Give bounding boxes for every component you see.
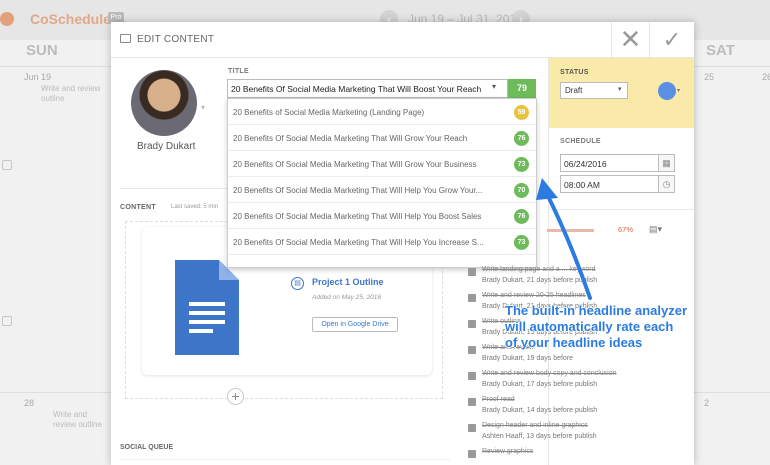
score-badge: 73	[514, 235, 529, 250]
task-checkbox[interactable]	[468, 450, 476, 458]
social-queue-label: SOCIAL QUEUE	[120, 444, 174, 451]
task-title: Proof read	[482, 396, 515, 403]
annotation-line: The built-in headline analyzer	[505, 303, 688, 318]
calendar-icon[interactable]: ▦	[658, 155, 674, 171]
score-badge: 76	[514, 209, 529, 224]
calendar-date: 2	[704, 398, 710, 408]
headline-option[interactable]: 20 Benefits Of Social Media Marketing Th…	[228, 203, 536, 229]
score-badge: 73	[514, 157, 529, 172]
color-picker[interactable]	[658, 82, 676, 100]
status-panel: STATUS Draft ▾ ▾	[549, 58, 694, 128]
calendar-entry[interactable]: Write and review outline	[41, 84, 101, 104]
headline-option-text: 20 Benefits of Social Media Marketing (L…	[233, 108, 425, 117]
task-assignee: Brady Dukart, 19 days before	[482, 355, 574, 362]
headline-option[interactable]: 20 Benefits Of Social Media Marketing Th…	[228, 125, 536, 151]
status-label: STATUS	[560, 69, 589, 76]
chevron-down-icon[interactable]: ▾	[677, 87, 680, 94]
calendar-date: 26	[762, 72, 770, 82]
headline-score: 79	[508, 79, 536, 98]
calendar-date: 25	[704, 72, 715, 82]
chevron-down-icon[interactable]: ▾	[618, 85, 622, 93]
score-badge: 70	[514, 183, 529, 198]
day-header-sun: SUN	[26, 42, 58, 59]
modal-title: EDIT CONTENT	[137, 34, 215, 45]
calendar-entry[interactable]: Write and review outline	[53, 410, 111, 430]
task-progress-percent: 67%	[618, 225, 634, 234]
task-title: Design header and inline graphics	[482, 422, 588, 429]
content-section-label: CONTENT	[120, 204, 156, 211]
task-checkbox[interactable]	[468, 398, 476, 406]
annotation-text: The built-in headline analyzer will auto…	[505, 303, 770, 351]
save-button[interactable]: ✓	[649, 22, 694, 58]
task-checkbox[interactable]	[468, 346, 476, 354]
doc-line	[189, 302, 225, 306]
annotation-arrow	[536, 178, 592, 300]
task-checkbox[interactable]	[468, 268, 476, 276]
headline-option[interactable]: 20 Benefits Of Social Media Marketing Th…	[228, 151, 536, 177]
add-button[interactable]: +	[227, 388, 244, 405]
date-value: 06/24/2016	[564, 159, 607, 169]
google-doc-icon	[175, 260, 239, 355]
divider	[120, 459, 450, 460]
sidebar-icon[interactable]	[2, 160, 12, 170]
title-label: TITLE	[228, 68, 249, 75]
task-assignee: Ashten Haaff, 13 days before publish	[482, 433, 597, 440]
open-in-drive-button[interactable]: Open in Google Drive	[312, 317, 398, 332]
annotation-line: of your headline ideas	[505, 335, 643, 350]
task-assignee: Brady Dukart, 14 days before publish	[482, 407, 598, 414]
task-checkbox[interactable]	[468, 424, 476, 432]
doc-line	[189, 320, 225, 324]
task-template-icon[interactable]: ▤▾	[649, 224, 662, 235]
headline-option[interactable]: 20 Benefits Of Social Media Marketing Th…	[228, 177, 536, 203]
last-saved-text: Last saved: 5 min	[171, 204, 219, 210]
headline-option[interactable]: 20 Benefits of Social Media Marketing (L…	[228, 99, 536, 125]
task-assignee: Brady Dukart, 17 days before publish	[482, 381, 598, 388]
headline-option-text: 20 Benefits Of Social Media Marketing Th…	[233, 212, 482, 221]
close-button[interactable]: ✕	[611, 22, 649, 58]
doc-line	[189, 329, 213, 333]
document-added-date: Added on May 25, 2016	[312, 294, 382, 301]
headline-dropdown: 20 Benefits of Social Media Marketing (L…	[227, 98, 537, 268]
task-checkbox[interactable]	[468, 320, 476, 328]
clock-icon[interactable]: ◷	[658, 176, 674, 192]
edit-content-modal: EDIT CONTENT ✕ ✓ ▾ Brady Dukart CONTENT …	[111, 22, 694, 465]
headline-option-text: 20 Benefits Of Social Media Marketing Th…	[233, 160, 477, 169]
doc-line	[189, 311, 225, 315]
task-title: Write and review body copy and conclusio…	[482, 370, 617, 377]
task-checkbox[interactable]	[468, 294, 476, 302]
score-badge: 59	[514, 105, 529, 120]
edit-icon	[120, 34, 131, 43]
headline-option[interactable]: 20 Benefits Of Social Media Marketing Th…	[228, 229, 536, 255]
app-logo: CoSchedule	[30, 11, 111, 27]
score-badge: 76	[514, 131, 529, 146]
author-name: Brady Dukart	[137, 141, 196, 152]
headline-option-text: 20 Benefits Of Social Media Marketing Th…	[233, 238, 484, 247]
headline-option-text: 20 Benefits Of Social Media Marketing Th…	[233, 134, 468, 143]
logo-icon	[0, 12, 14, 26]
calendar-date: Jun 19	[24, 72, 52, 82]
sidebar-icon[interactable]	[2, 316, 12, 326]
headline-option-text: 20 Benefits Of Social Media Marketing Th…	[233, 186, 483, 195]
avatar[interactable]	[131, 70, 197, 136]
chevron-down-icon[interactable]: ▾	[492, 82, 496, 91]
file-icon: ▤	[291, 277, 304, 290]
chevron-down-icon[interactable]: ▾	[201, 103, 205, 112]
schedule-label: SCHEDULE	[560, 138, 601, 145]
document-title[interactable]: Project 1 Outline	[312, 277, 384, 287]
day-header-sat: SAT	[706, 42, 735, 59]
modal-header: EDIT CONTENT ✕ ✓	[111, 22, 694, 58]
checkmark-icon: ✓	[662, 27, 682, 52]
calendar-date: 28	[24, 398, 35, 408]
task-title: Review graphics	[482, 448, 534, 455]
task-checkbox[interactable]	[468, 372, 476, 380]
headline-select[interactable]: 20 Benefits Of Social Media Marketing Th…	[227, 79, 508, 98]
close-icon: ✕	[619, 24, 642, 54]
plus-icon: +	[231, 388, 240, 404]
annotation-line: will automatically rate each	[505, 319, 674, 334]
